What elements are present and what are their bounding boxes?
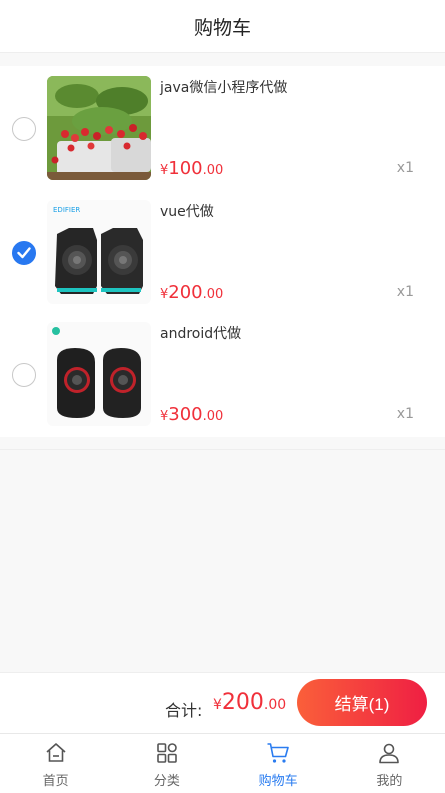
total-decimal: .00 (263, 697, 287, 713)
grid-icon (157, 743, 177, 763)
brand-logo-text: EDIFIER (53, 206, 80, 214)
cart-icon (267, 743, 289, 763)
page-title: 购物车 (193, 16, 251, 39)
tab-category[interactable]: 分类 (111, 734, 222, 793)
cart-item: android代做 ¥ 300 .00 x1 (0, 313, 445, 437)
cart-item: java微信小程序代做 ¥ 100 .00 x1 (0, 66, 445, 190)
tab-label: 购物车 (258, 774, 298, 789)
total-currency: ¥ (213, 697, 222, 713)
product-price: ¥ 200 .00 (160, 282, 223, 303)
product-price: ¥ 100 .00 (160, 158, 223, 179)
select-radio[interactable] (12, 117, 36, 141)
product-image-edifier-speakers[interactable]: EDIFIER (47, 199, 151, 304)
home-icon (46, 743, 66, 762)
tab-label: 我的 (376, 774, 403, 789)
product-quantity: x1 (396, 406, 414, 422)
total-label: 合计: (165, 701, 203, 720)
product-image-black-speakers[interactable] (47, 322, 151, 426)
tab-profile[interactable]: 我的 (334, 734, 445, 793)
total-price: ¥ 200 .00 (213, 690, 286, 715)
tab-home[interactable]: 首页 (0, 734, 111, 793)
product-price: ¥ 300 .00 (160, 404, 223, 425)
total-integer: 200 (221, 690, 264, 715)
tab-bar: 首页 分类 购物车 我的 (0, 733, 445, 793)
product-quantity: x1 (396, 283, 414, 300)
price-integer: 100 (168, 158, 203, 179)
price-currency: ¥ (160, 163, 169, 178)
check-icon (17, 246, 31, 258)
tab-label: 首页 (42, 774, 69, 789)
tab-label: 分类 (153, 774, 180, 789)
product-name[interactable]: android代做 (160, 323, 241, 343)
product-quantity: x1 (396, 160, 414, 176)
price-decimal: .00 (202, 163, 224, 178)
product-name[interactable]: java微信小程序代做 (160, 77, 287, 97)
price-currency: ¥ (160, 409, 169, 424)
tab-cart[interactable]: 购物车 (223, 734, 334, 793)
checkout-button[interactable]: 结算(1) (297, 679, 427, 726)
select-radio[interactable] (12, 363, 36, 387)
cart-list: java微信小程序代做 ¥ 100 .00 x1 EDIFIER vue代做 ¥… (0, 66, 445, 437)
content-separator (0, 449, 445, 450)
price-integer: 300 (168, 404, 203, 425)
price-decimal: .00 (202, 286, 224, 302)
price-currency: ¥ (160, 286, 169, 302)
select-radio-checked[interactable] (12, 240, 36, 265)
product-image-strawberry[interactable] (47, 76, 151, 180)
checkout-bar: 合计: ¥ 200 .00 结算(1) (0, 672, 445, 733)
cart-item: EDIFIER vue代做 ¥ 200 .00 x1 (0, 190, 445, 314)
product-name[interactable]: vue代做 (160, 201, 214, 221)
price-integer: 200 (168, 281, 203, 303)
user-icon (379, 743, 400, 764)
price-decimal: .00 (202, 409, 224, 424)
header: 购物车 (0, 0, 445, 53)
